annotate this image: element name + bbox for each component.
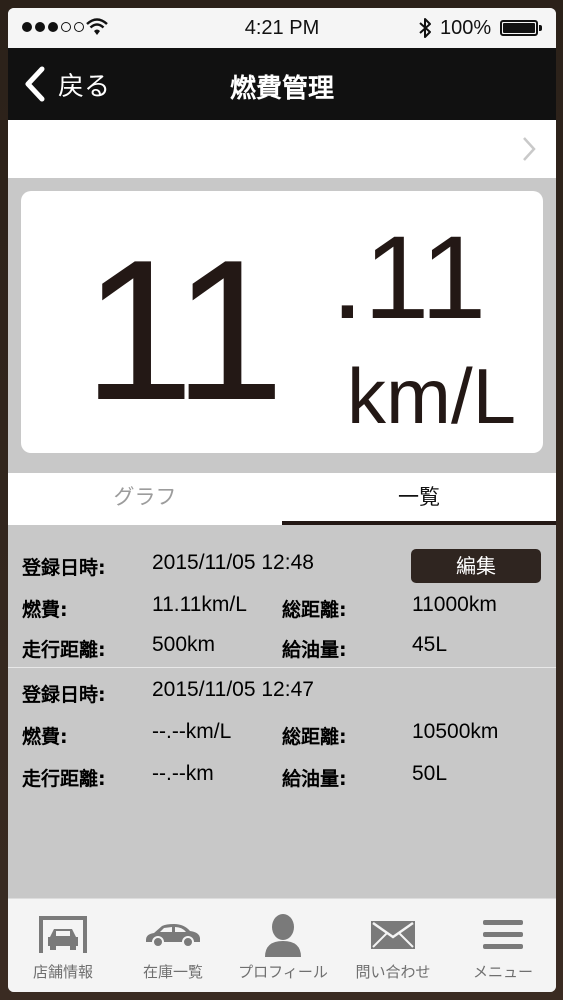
bluetooth-icon — [419, 18, 431, 38]
status-bar: 4:21 PM 100% — [8, 8, 556, 48]
tabbar-label: 在庫一覧 — [142, 963, 203, 981]
record-refuel: 50L — [412, 762, 448, 785]
record-fuel-economy: --.--km/L — [152, 720, 232, 743]
tabbar-label: メニュー — [472, 963, 533, 981]
record-date: 2015/11/05 12:48 — [152, 551, 314, 574]
screen: 4:21 PM 100% 戻る 燃費管理 11 .11 km/L グラフ 一覧 … — [8, 8, 556, 992]
tabbar-item-inventory[interactable]: 在庫一覧 — [118, 899, 228, 992]
tabbar-item-store-info[interactable]: 店舗情報 — [8, 899, 118, 992]
device-frame: 4:21 PM 100% 戻る 燃費管理 11 .11 km/L グラフ 一覧 … — [0, 0, 563, 1000]
person-icon — [265, 914, 301, 957]
tabbar-label: 問い合わせ — [355, 963, 431, 981]
tab-graph[interactable]: グラフ — [8, 473, 282, 525]
distance-label: 走行距離: — [22, 768, 106, 790]
tabbar-label: プロフィール — [238, 963, 328, 981]
fuel-economy-label: 燃費: — [22, 726, 68, 748]
record-date: 2015/11/05 12:47 — [152, 678, 314, 701]
record-total-distance: 10500km — [412, 720, 499, 743]
tabbar-label: 店舗情報 — [32, 963, 93, 981]
distance-label: 走行距離: — [22, 639, 106, 661]
fuel-economy-label: 燃費: — [22, 599, 68, 621]
record-total-distance: 11000km — [412, 593, 497, 616]
fuel-economy-unit: km/L — [347, 352, 517, 440]
date-label: 登録日時: — [22, 684, 106, 706]
tab-list[interactable]: 一覧 — [282, 473, 556, 525]
record-distance: 500km — [152, 633, 216, 656]
tabbar-item-contact[interactable]: 問い合わせ — [338, 899, 448, 992]
tab-list-label: 一覧 — [398, 485, 440, 509]
fuel-economy-display: 11 .11 km/L — [21, 191, 543, 453]
tabbar-item-menu[interactable]: メニュー — [448, 899, 556, 992]
battery-icon — [500, 20, 538, 36]
chevron-right-icon — [523, 137, 536, 161]
refuel-label: 給油量: — [282, 639, 347, 661]
battery-tip — [539, 25, 542, 31]
tab-bar: 店舗情報 在庫一覧 プロフィール 問い合わせ メニュー — [8, 898, 556, 992]
record-refuel: 45L — [412, 633, 448, 656]
record-fuel-economy: 11.11km/L — [152, 593, 247, 616]
fuel-economy-decimal: .11 — [331, 212, 487, 344]
view-tabs: グラフ 一覧 — [8, 473, 556, 525]
fuel-economy-integer: 11 — [83, 219, 285, 442]
refuel-label: 給油量: — [282, 768, 347, 790]
list-item: 登録日時: 2015/11/05 12:47 燃費: --.--km/L 総距離… — [8, 667, 556, 792]
record-distance: --.--km — [152, 762, 214, 785]
total-distance-label: 総距離: — [282, 599, 347, 621]
edit-button[interactable]: 編集 — [411, 549, 541, 583]
menu-icon — [483, 920, 523, 949]
record-list: 登録日時: 2015/11/05 12:48 編集 燃費: 11.11km/L … — [8, 525, 556, 792]
navigation-bar: 戻る 燃費管理 — [8, 48, 556, 120]
car-icon — [146, 924, 200, 948]
mail-icon — [371, 921, 415, 949]
battery-percent: 100% — [440, 17, 492, 39]
page-title: 燃費管理 — [229, 74, 334, 104]
list-item: 登録日時: 2015/11/05 12:48 編集 燃費: 11.11km/L … — [8, 525, 556, 661]
vehicle-selector-row[interactable] — [8, 120, 556, 178]
garage-icon — [39, 916, 87, 953]
total-distance-label: 総距離: — [282, 726, 347, 748]
date-label: 登録日時: — [22, 557, 106, 579]
tabbar-item-profile[interactable]: プロフィール — [228, 899, 338, 992]
battery-fill — [503, 23, 535, 33]
